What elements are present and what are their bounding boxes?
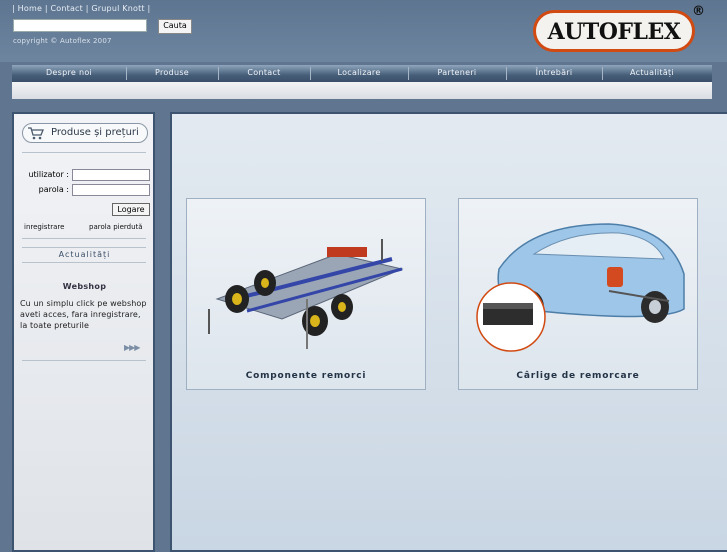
card-label-towbars: Cârlige de remorcare (516, 371, 640, 381)
trailer-chassis-image (208, 239, 404, 349)
divider (22, 238, 146, 239)
nav-actualitati[interactable]: Actualități (602, 68, 702, 77)
nav-despre-noi[interactable]: Despre noi (12, 68, 126, 77)
divider (22, 262, 146, 263)
double-arrow-icon[interactable]: ▶▶▶ (124, 343, 141, 352)
search-button[interactable]: Cauta (158, 19, 192, 34)
divider (22, 152, 146, 153)
car-towbar-image (476, 223, 685, 352)
nav-intrebari[interactable]: Întrebări (506, 68, 602, 77)
cart-icon (28, 127, 44, 140)
login-button[interactable]: Logare (112, 203, 150, 216)
divider (22, 360, 146, 361)
webshop-text: Cu un simplu click pe webshop aveti acce… (20, 299, 147, 330)
header: | Home | Contact | Grupul Knott | Cauta … (0, 0, 727, 62)
main-nav: Despre noi Produse Contact Localizare Pa… (12, 65, 712, 82)
registered-mark: ® (692, 4, 705, 19)
password-label: parola : (38, 185, 69, 194)
password-field[interactable] (72, 184, 150, 196)
main-content: Componente remorci Cârlige de remorcare (170, 112, 727, 552)
webshop-title[interactable]: Webshop (22, 282, 147, 291)
link-contact[interactable]: Contact (50, 4, 83, 13)
copyright-text: copyright © Autoflex 2007 (13, 37, 112, 45)
username-field[interactable] (72, 169, 150, 181)
card-label-trailer: Componente remorci (245, 371, 367, 381)
products-prices-title: Produse și prețuri (51, 127, 139, 138)
logo-text: AUTOFLEX (547, 19, 681, 45)
nav-contact[interactable]: Contact (218, 68, 310, 77)
link-home[interactable]: Home (18, 4, 42, 13)
sidebar: Produse și prețuri utilizator : parola :… (12, 112, 155, 552)
lost-password-link[interactable]: parola pierdută (89, 223, 143, 231)
nav-localizare[interactable]: Localizare (310, 68, 408, 77)
card-towbars[interactable]: Cârlige de remorcare (458, 198, 698, 390)
card-trailer-components[interactable]: Componente remorci (186, 198, 426, 390)
autoflex-logo[interactable]: AUTOFLEX (533, 10, 695, 52)
nav-parteneri[interactable]: Parteneri (408, 68, 506, 77)
link-grupul-knott[interactable]: Grupul Knott (91, 4, 144, 13)
nav-produse[interactable]: Produse (126, 68, 218, 77)
user-label: utilizator : (28, 170, 69, 179)
sub-nav-bar (12, 82, 712, 99)
divider (22, 247, 146, 248)
search-input[interactable] (13, 19, 147, 32)
news-label[interactable]: Actualități (22, 250, 147, 259)
products-prices-header[interactable]: Produse și prețuri (22, 123, 148, 143)
register-link[interactable]: inregistrare (24, 223, 64, 231)
top-links: | Home | Contact | Grupul Knott | (12, 4, 151, 13)
